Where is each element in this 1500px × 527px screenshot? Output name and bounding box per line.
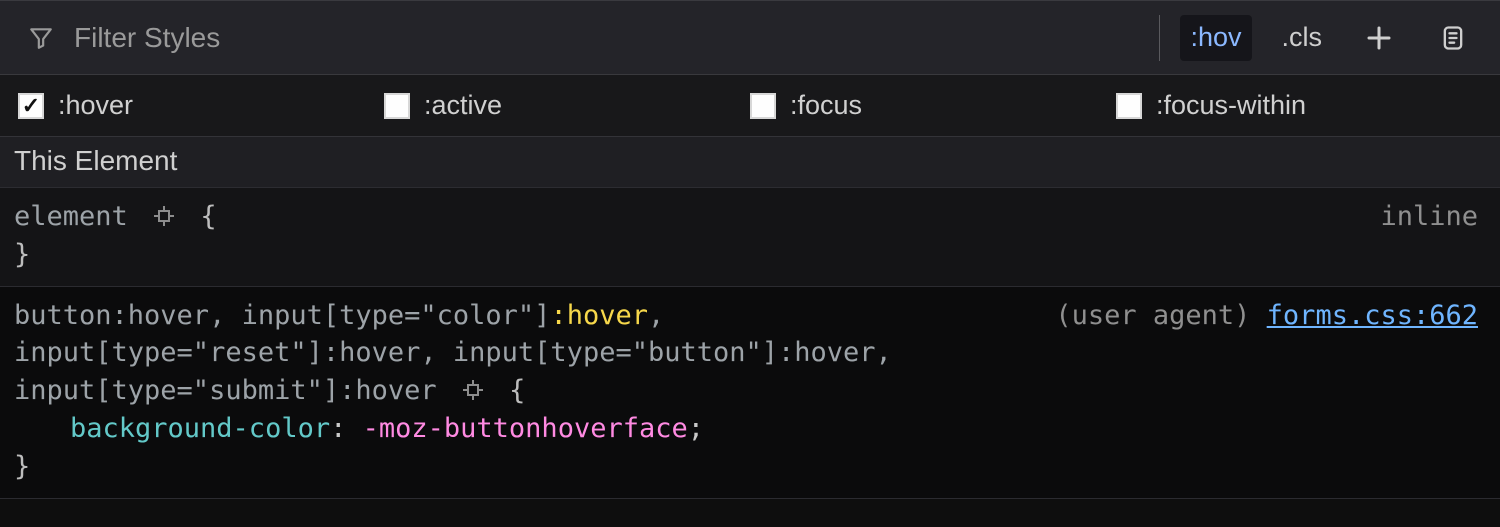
origin-user-agent-label: (user agent): [1055, 300, 1250, 331]
colon: :: [330, 413, 346, 444]
styles-panel: :hov .cls ✓ :hover :active: [0, 0, 1500, 527]
css-rule[interactable]: inline element { }: [0, 188, 1500, 287]
pseudo-class-row: ✓ :hover :active :focus :focus-within: [0, 75, 1500, 137]
checkbox-icon: ✓: [18, 93, 44, 119]
selector-fragment: ,: [648, 300, 664, 331]
pseudo-label: :focus-within: [1156, 90, 1306, 121]
pseudo-active-toggle[interactable]: :active: [384, 90, 750, 121]
css-declaration[interactable]: background-color: -moz-buttonhoverface;: [14, 410, 1482, 448]
toggle-class-button[interactable]: .cls: [1272, 15, 1333, 61]
css-rule[interactable]: (user agent) forms.css:662 button:hover,…: [0, 287, 1500, 499]
rule-selector[interactable]: button:hover, input[type="color"]:hover,: [14, 300, 664, 331]
css-property[interactable]: background-color: [70, 413, 330, 444]
rule-origin: inline: [1380, 198, 1478, 236]
checkbox-icon: [750, 93, 776, 119]
plus-icon: [1364, 23, 1394, 53]
open-brace: {: [200, 201, 216, 232]
clipboard-icon: [1439, 23, 1467, 53]
highlight-selector-icon[interactable]: [461, 378, 485, 402]
add-rule-button[interactable]: [1352, 15, 1406, 61]
selector-fragment-matched: :hover: [550, 300, 648, 331]
toggle-pseudo-hov-button[interactable]: :hov: [1180, 15, 1251, 61]
close-brace: }: [14, 239, 30, 270]
checkbox-icon: [384, 93, 410, 119]
styles-toolbar: :hov .cls: [0, 1, 1500, 75]
origin-file-link[interactable]: forms.css:662: [1267, 300, 1478, 331]
pseudo-hover-toggle[interactable]: ✓ :hover: [18, 90, 384, 121]
section-this-element-heading: This Element: [0, 137, 1500, 188]
filter-styles-input[interactable]: [72, 21, 1133, 55]
rule-selector[interactable]: element: [14, 201, 128, 232]
selector-fragment: button:hover, input[type="color"]: [14, 300, 550, 331]
semicolon: ;: [688, 413, 704, 444]
rule-origin: (user agent) forms.css:662: [1055, 297, 1478, 335]
highlight-selector-icon[interactable]: [152, 204, 176, 228]
pseudo-label: :focus: [790, 90, 862, 121]
funnel-icon: [28, 25, 54, 51]
open-brace: {: [509, 375, 525, 406]
checkbox-icon: [1116, 93, 1142, 119]
toolbar-separator: [1159, 15, 1160, 61]
close-brace: }: [14, 451, 30, 482]
origin-inline-label: inline: [1380, 201, 1478, 232]
pseudo-label: :hover: [58, 90, 133, 121]
rule-selector-line[interactable]: input[type="reset"]:hover, input[type="b…: [14, 337, 892, 368]
pseudo-label: :active: [424, 90, 502, 121]
copy-changes-button[interactable]: [1426, 15, 1480, 61]
rule-selector-line[interactable]: input[type="submit"]:hover: [14, 375, 437, 406]
pseudo-focus-within-toggle[interactable]: :focus-within: [1116, 90, 1482, 121]
filter-wrap: [28, 21, 1133, 55]
pseudo-focus-toggle[interactable]: :focus: [750, 90, 1116, 121]
css-value[interactable]: -moz-buttonhoverface: [363, 413, 688, 444]
